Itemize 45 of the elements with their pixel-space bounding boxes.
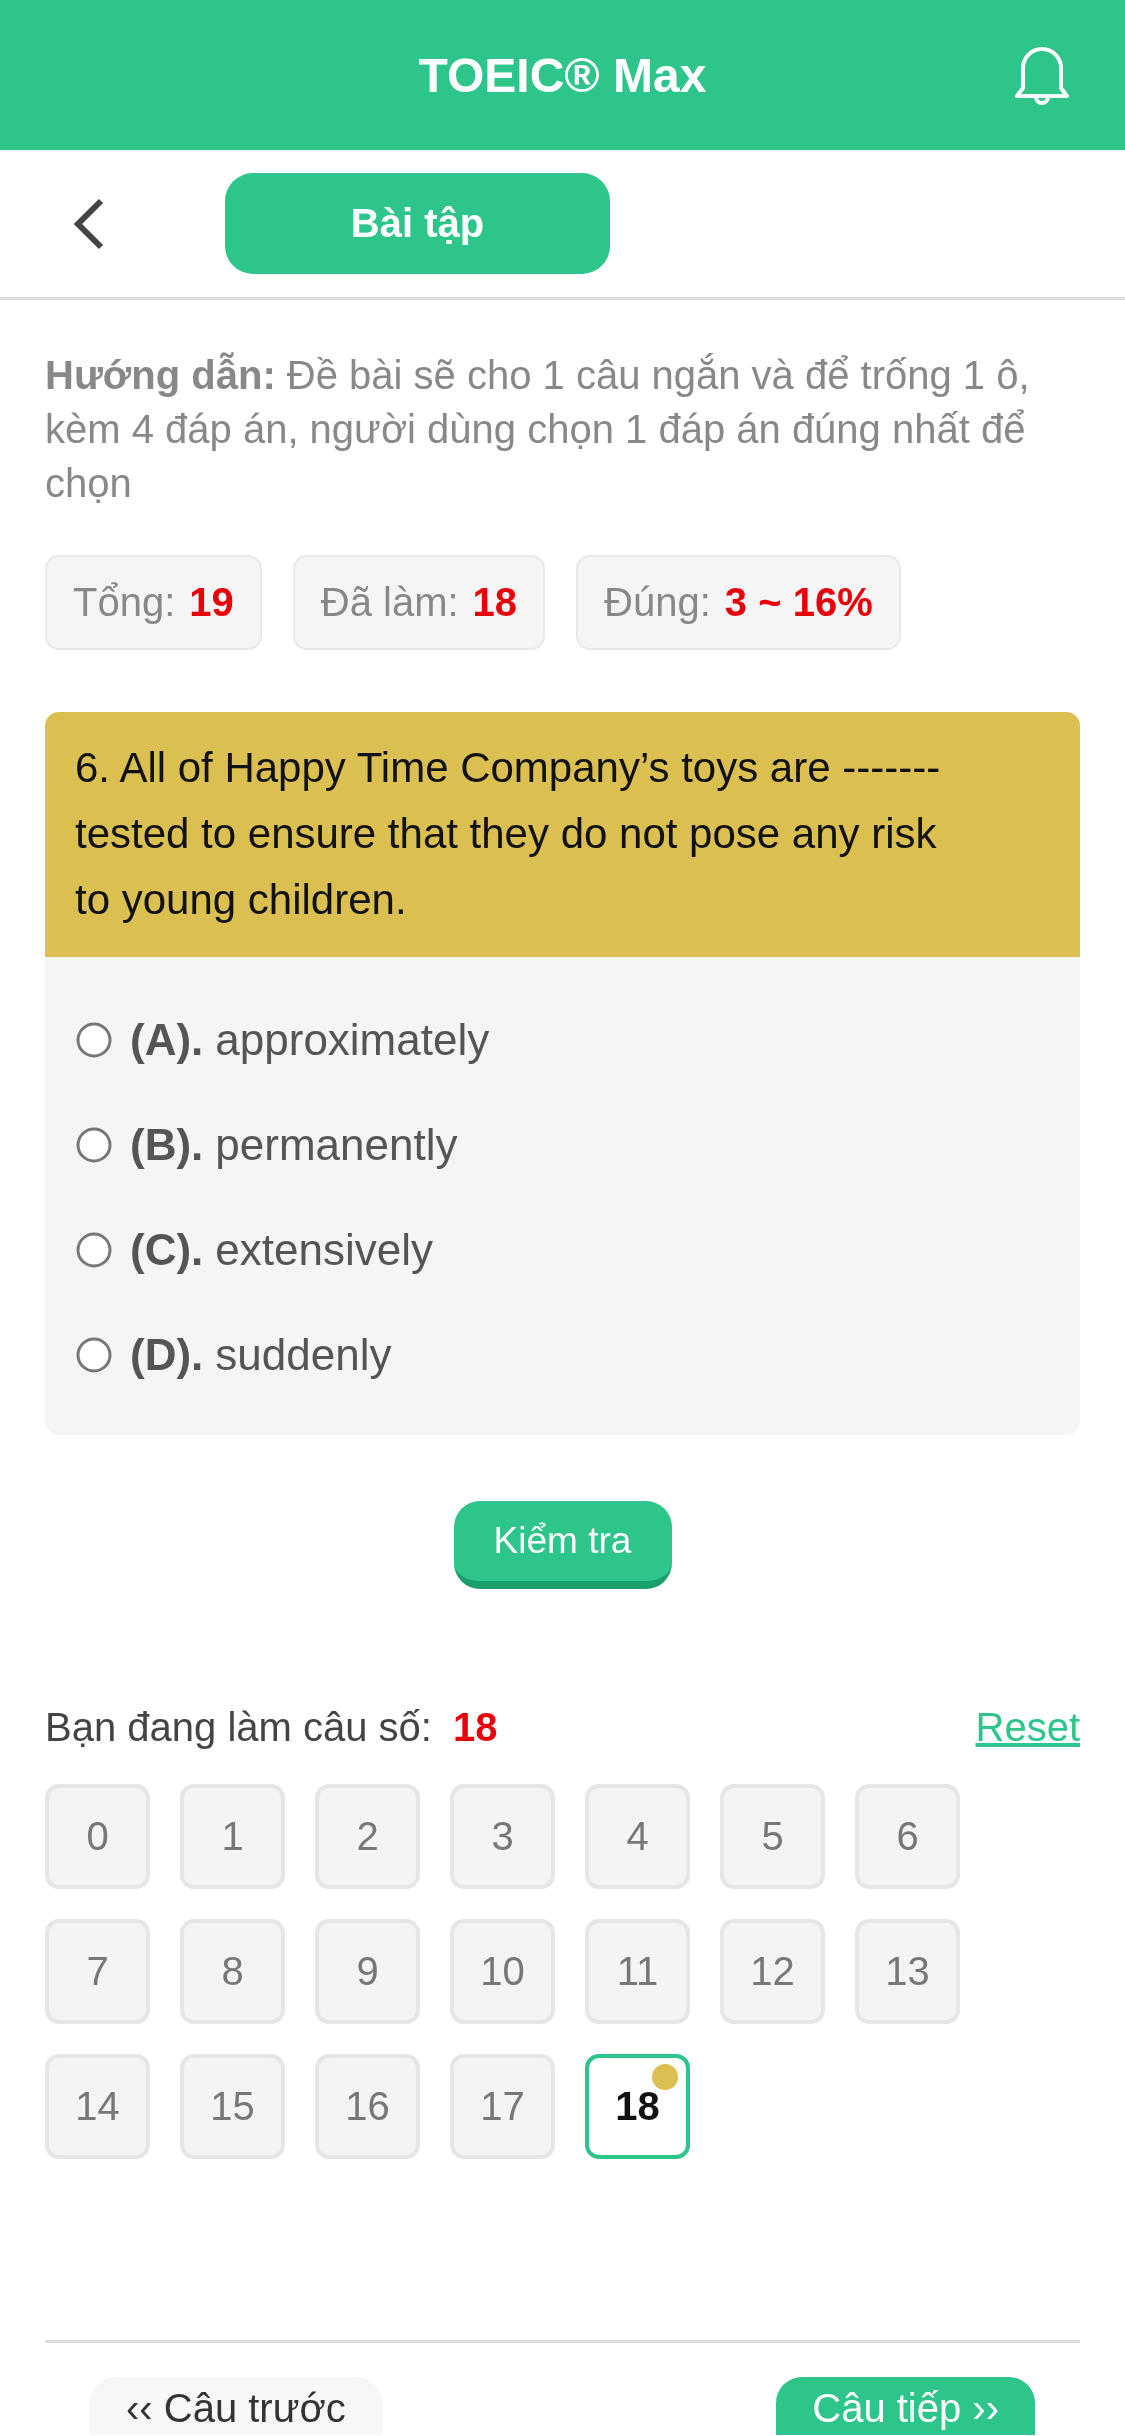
question-number-button[interactable]: 17 xyxy=(450,2054,555,2159)
question-number-button[interactable]: 8 xyxy=(180,1919,285,2024)
question-number-button[interactable]: 10 xyxy=(450,1919,555,2024)
app-title: TOEIC® Max xyxy=(418,47,707,103)
marker-dot-icon xyxy=(652,2064,678,2090)
question-number-button[interactable]: 13 xyxy=(855,1919,960,2024)
question-number-button[interactable]: 0 xyxy=(45,1784,150,1889)
question-number-button[interactable]: 9 xyxy=(315,1919,420,2024)
answer-option[interactable]: (D). suddenly xyxy=(76,1302,1050,1407)
answer-option[interactable]: (C). extensively xyxy=(76,1197,1050,1302)
question-number-button[interactable]: 2 xyxy=(315,1784,420,1889)
question-number-button[interactable]: 4 xyxy=(585,1784,690,1889)
check-button[interactable]: Kiểm tra xyxy=(453,1501,672,1589)
previous-button[interactable]: ‹‹ Câu trước xyxy=(90,2377,382,2435)
question-number-button[interactable]: 5 xyxy=(720,1784,825,1889)
question-number-button[interactable]: 16 xyxy=(315,2054,420,2159)
stat-value: 3 ~ 16% xyxy=(724,580,873,625)
stat-label: Đúng: xyxy=(604,580,711,625)
question-number-button[interactable]: 15 xyxy=(180,2054,285,2159)
stat-value: 18 xyxy=(472,580,518,625)
question-text: 6. All of Happy Time Company’s toys are ------- tested to ensure that they do not pose any risk to young children. xyxy=(45,712,1080,957)
question-number-button[interactable]: 14 xyxy=(45,2054,150,2159)
stat-label: Đã làm: xyxy=(320,580,459,625)
instructions-text: Hướng dẫn: Đề bài sẽ cho 1 câu ngắn và để trống 1 ô, kèm 4 đáp án, người dùng chọn 1 đáp án đúng nhất để chọn xyxy=(45,351,1031,507)
answer-option[interactable]: (B). permanently xyxy=(76,1092,1050,1197)
question-number-button[interactable]: 11 xyxy=(585,1919,690,2024)
back-icon[interactable] xyxy=(73,197,105,250)
question-number-button[interactable]: 3 xyxy=(450,1784,555,1889)
stat-label: Tổng: xyxy=(73,580,176,625)
current-question-number: 18 xyxy=(453,1704,498,1749)
question-number-button[interactable]: 6 xyxy=(855,1784,960,1889)
radio-icon[interactable] xyxy=(76,1336,112,1373)
current-question-label: Bạn đang làm câu số: xyxy=(45,1704,432,1749)
stat-value: 19 xyxy=(189,580,234,625)
next-button[interactable]: Câu tiếp ›› xyxy=(776,2377,1035,2435)
question-number-button[interactable]: 7 xyxy=(45,1919,150,2024)
question-number-button[interactable]: 1 xyxy=(180,1784,285,1889)
section-button[interactable]: Bài tập xyxy=(225,173,610,274)
question-number-button[interactable]: 18 xyxy=(585,2054,690,2159)
reset-link[interactable]: Reset xyxy=(975,1704,1080,1750)
radio-icon[interactable] xyxy=(76,1231,112,1268)
radio-icon[interactable] xyxy=(76,1126,112,1163)
answer-option[interactable]: (A). approximately xyxy=(76,987,1050,1092)
radio-icon[interactable] xyxy=(76,1021,112,1058)
question-number-button[interactable]: 12 xyxy=(720,1919,825,2024)
